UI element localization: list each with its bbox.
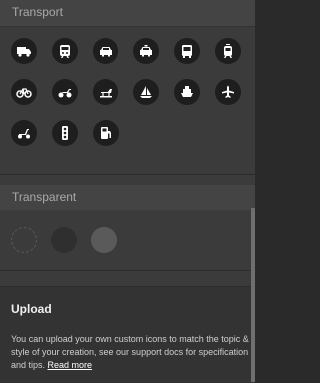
icon-row — [11, 38, 241, 64]
transport-icon-grid — [11, 38, 241, 161]
icon-picker-panel: Transport Transparent Upload You can upl… — [0, 0, 255, 383]
transparent-swatches-area — [0, 210, 255, 271]
scrollbar[interactable] — [251, 208, 255, 382]
ferry-icon[interactable] — [174, 79, 201, 105]
sailboat-icon[interactable] — [133, 79, 160, 105]
swatch-dark[interactable] — [51, 227, 77, 253]
section-title-transparent: Transparent — [12, 190, 77, 204]
bicycle-icon[interactable] — [11, 79, 37, 105]
upload-description: You can upload your own custom icons to … — [11, 333, 251, 372]
swatch-grey[interactable] — [91, 227, 117, 253]
motorcycle-icon[interactable] — [51, 79, 78, 105]
tram-icon[interactable] — [215, 38, 241, 64]
taxi-icon[interactable] — [133, 38, 160, 64]
section-header-transparent: Transparent — [0, 185, 255, 212]
upload-title: Upload — [11, 302, 52, 316]
snowmobile-icon[interactable] — [92, 79, 119, 105]
scooter-icon[interactable] — [11, 120, 37, 146]
section-title-transport: Transport — [12, 5, 63, 19]
airplane-icon[interactable] — [215, 79, 241, 105]
truck-icon[interactable] — [11, 38, 37, 64]
icon-row — [11, 79, 241, 105]
bus-icon[interactable] — [174, 38, 201, 64]
section-header-transport: Transport — [0, 0, 255, 27]
car-icon[interactable] — [92, 38, 119, 64]
fuel-station-icon[interactable] — [93, 120, 119, 146]
traffic-light-icon[interactable] — [52, 120, 78, 146]
icon-row — [11, 120, 241, 146]
read-more-link[interactable]: Read more — [48, 360, 93, 370]
swatch-transparent[interactable] — [11, 227, 37, 253]
divider — [0, 174, 255, 175]
train-icon[interactable] — [51, 38, 78, 64]
